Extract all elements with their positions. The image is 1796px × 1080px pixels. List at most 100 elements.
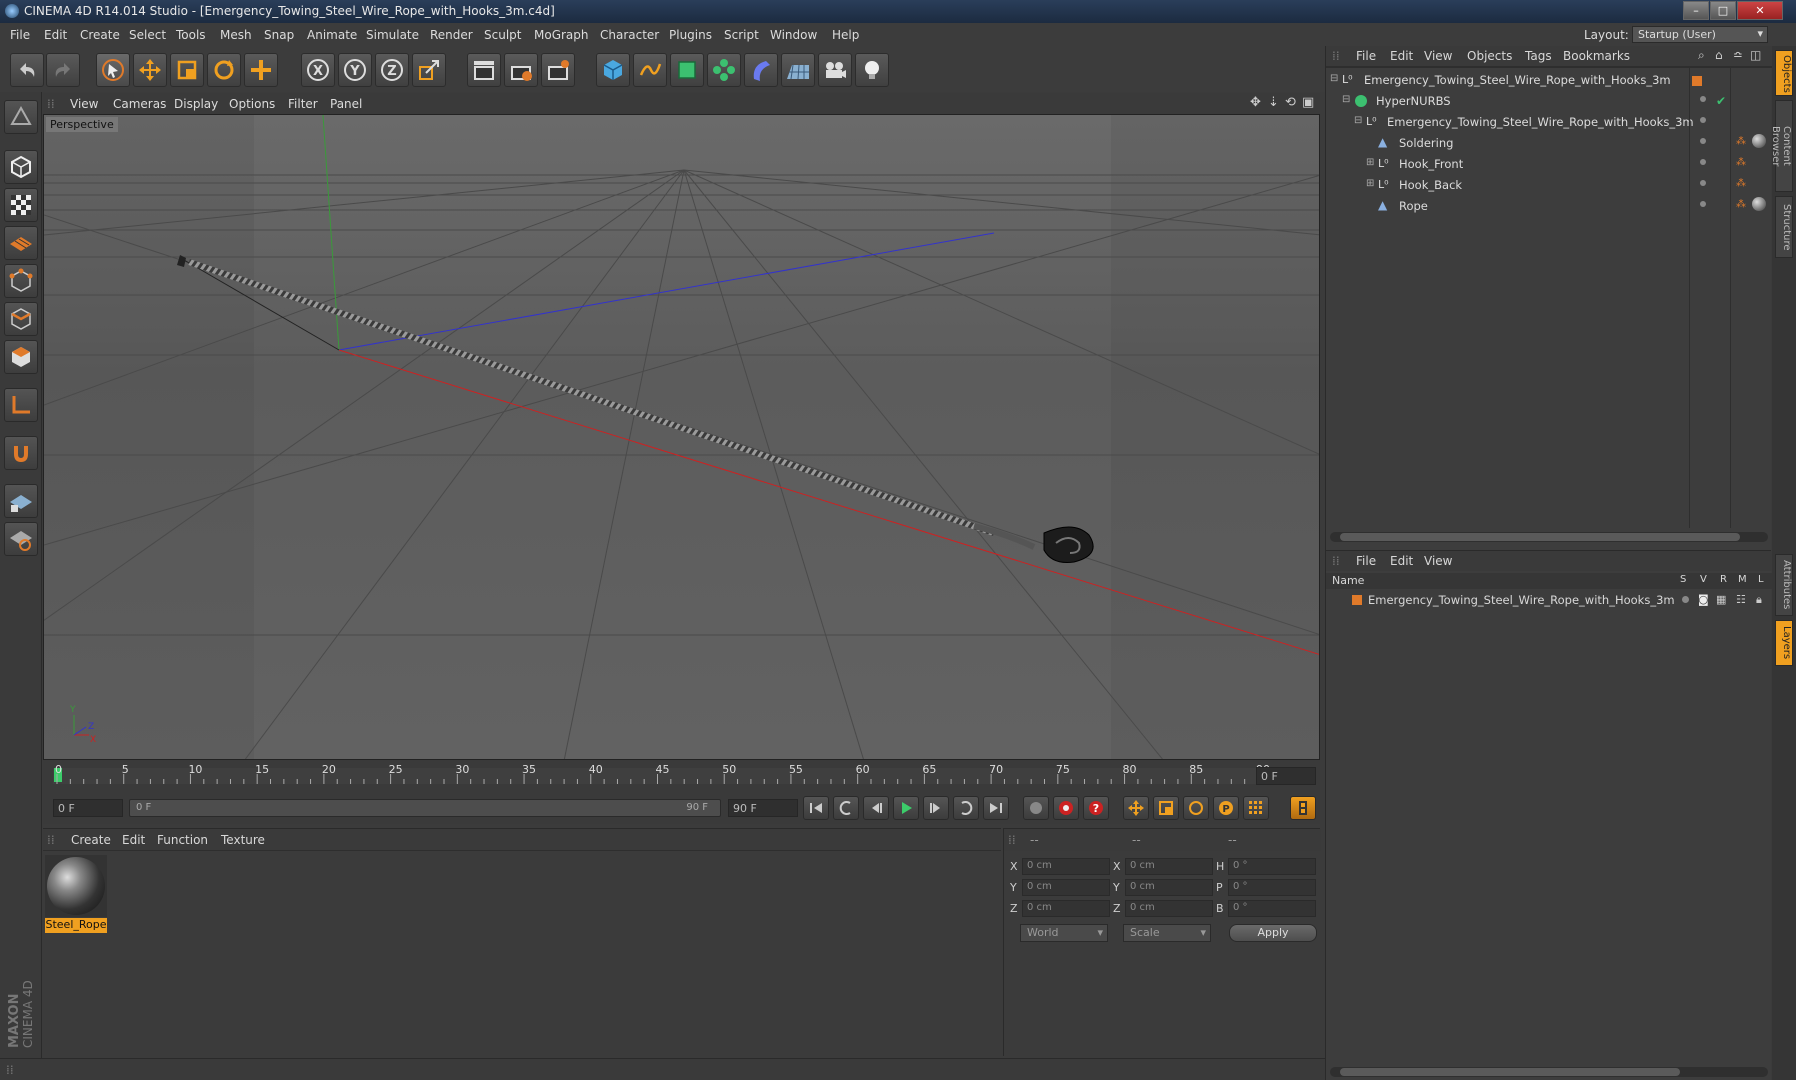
menu-simulate[interactable]: Simulate: [366, 28, 419, 42]
current-frame-field[interactable]: 0 F: [1256, 767, 1316, 785]
layers-menu-edit[interactable]: Edit: [1390, 554, 1413, 568]
viewport-maximize-icon[interactable]: ▣: [1302, 95, 1314, 110]
tree-row[interactable]: ⊟ L⁰ Emergency_Towing_Steel_Wire_Rope_wi…: [1326, 70, 1686, 91]
viewport-menu-filter[interactable]: Filter: [288, 97, 318, 111]
recent-tools-button[interactable]: [244, 53, 278, 87]
layer-row[interactable]: Emergency_Towing_Steel_Wire_Rope_with_Ho…: [1326, 591, 1772, 609]
material-menu-texture[interactable]: Texture: [221, 833, 265, 847]
coord-pos-x-field[interactable]: 0 cm: [1022, 858, 1110, 875]
collapse-icon[interactable]: ⊟: [1330, 73, 1338, 84]
axis-mode-button[interactable]: [4, 388, 38, 422]
tab-objects[interactable]: Objects: [1775, 50, 1793, 96]
record-keys-button[interactable]: [1023, 796, 1049, 820]
next-frame-button[interactable]: [923, 796, 949, 820]
scale-button[interactable]: [170, 53, 204, 87]
objects-menu-file[interactable]: File: [1356, 49, 1376, 63]
keyframe-selection-button[interactable]: ?: [1083, 796, 1109, 820]
floor-button[interactable]: [781, 53, 815, 87]
solo-toggle[interactable]: [1682, 596, 1689, 603]
prev-frame-button[interactable]: [863, 796, 889, 820]
maximize-button[interactable]: □: [1710, 1, 1736, 20]
coord-scale-dropdown[interactable]: Scale ▾: [1123, 924, 1211, 942]
rotate-button[interactable]: [207, 53, 241, 87]
tree-row[interactable]: ⊟ L⁰ Emergency_Towing_Steel_Wire_Rope_wi…: [1326, 112, 1694, 133]
frame-range-slider[interactable]: 0 F 90 F: [129, 799, 721, 817]
timeline-ruler[interactable]: 051015202530354045505560657075808590 0 F: [43, 760, 1320, 792]
material-menu-function[interactable]: Function: [157, 833, 208, 847]
phong-tag-icon[interactable]: ⁂: [1736, 178, 1746, 189]
menu-tools[interactable]: Tools: [176, 28, 206, 42]
collapse-icon[interactable]: ⊟: [1354, 115, 1362, 126]
coord-pos-z-field[interactable]: 0 cm: [1022, 900, 1110, 917]
workplane-mode-button[interactable]: [4, 226, 38, 260]
editor-visibility-dot[interactable]: [1700, 138, 1706, 144]
render-picture-viewer-button[interactable]: [504, 53, 538, 87]
key-pla-button[interactable]: [1243, 796, 1269, 820]
material-swatch-steel-rope[interactable]: Steel_Rope: [45, 855, 107, 933]
coord-pos-y-field[interactable]: 0 cm: [1022, 879, 1110, 896]
menu-mesh[interactable]: Mesh: [220, 28, 252, 42]
layer-color-swatch[interactable]: [1692, 76, 1702, 86]
objects-menu-objects[interactable]: Objects: [1467, 49, 1512, 63]
material-menu-create[interactable]: Create: [71, 833, 111, 847]
array-button[interactable]: [707, 53, 741, 87]
editor-visibility-dot[interactable]: [1700, 159, 1706, 165]
manager-icon[interactable]: ☷: [1736, 593, 1746, 606]
layout-dropdown[interactable]: Startup (User) ▾: [1632, 26, 1768, 43]
render-settings-button[interactable]: [541, 53, 575, 87]
close-button[interactable]: ✕: [1737, 1, 1783, 20]
viewport-rotate-icon[interactable]: ⟲: [1285, 95, 1296, 110]
menu-help[interactable]: Help: [832, 28, 859, 42]
coordinate-system-button[interactable]: [412, 53, 446, 87]
menu-create[interactable]: Create: [80, 28, 120, 42]
polygons-mode-button[interactable]: [4, 340, 38, 374]
viewport-zoom-icon[interactable]: ⇣: [1268, 95, 1279, 110]
locked-workplane-button[interactable]: [4, 522, 38, 556]
x-axis-lock-button[interactable]: X: [301, 53, 335, 87]
viewport-menu-view[interactable]: View: [70, 97, 98, 111]
key-position-button[interactable]: [1123, 796, 1149, 820]
live-selection-button[interactable]: [96, 53, 130, 87]
coord-rot-h-field[interactable]: 0 °: [1228, 858, 1316, 875]
object-horizontal-scrollbar[interactable]: [1330, 532, 1768, 542]
editor-visibility-dot[interactable]: [1700, 201, 1706, 207]
tab-content-browser[interactable]: Content Browser: [1770, 100, 1793, 192]
viewport-menu-options[interactable]: Options: [229, 97, 275, 111]
redo-button[interactable]: [46, 53, 80, 87]
menu-render[interactable]: Render: [430, 28, 473, 42]
tab-structure[interactable]: Structure: [1775, 196, 1793, 258]
tab-attributes[interactable]: Attributes: [1775, 554, 1793, 616]
tree-row[interactable]: ⊟ HyperNURBS: [1326, 91, 1686, 112]
y-axis-lock-button[interactable]: Y: [338, 53, 372, 87]
coord-size-y-field[interactable]: 0 cm: [1125, 879, 1213, 896]
edges-mode-button[interactable]: [4, 302, 38, 336]
timeline-scheme-button[interactable]: [1290, 796, 1316, 820]
minimize-button[interactable]: –: [1683, 1, 1709, 20]
menu-snap[interactable]: Snap: [264, 28, 294, 42]
spline-button[interactable]: [633, 53, 667, 87]
make-editable-button[interactable]: [4, 100, 38, 134]
key-parameter-button[interactable]: P: [1213, 796, 1239, 820]
tree-row[interactable]: ⊞ L⁰ Hook_Front: [1326, 154, 1686, 175]
texture-mode-button[interactable]: [4, 188, 38, 222]
render-icon[interactable]: ▦: [1716, 593, 1726, 606]
model-mode-button[interactable]: [4, 150, 38, 184]
menu-animate[interactable]: Animate: [307, 28, 357, 42]
z-axis-lock-button[interactable]: Z: [375, 53, 409, 87]
move-button[interactable]: [133, 53, 167, 87]
material-tag-icon[interactable]: [1752, 197, 1766, 211]
key-rotation-button[interactable]: [1183, 796, 1209, 820]
viewport-menu-cameras[interactable]: Cameras: [113, 97, 166, 111]
menu-sculpt[interactable]: Sculpt: [484, 28, 521, 42]
menu-window[interactable]: Window: [770, 28, 817, 42]
menu-edit[interactable]: Edit: [44, 28, 67, 42]
light-button[interactable]: [855, 53, 889, 87]
coord-rot-p-field[interactable]: 0 °: [1228, 879, 1316, 896]
tree-row[interactable]: ▲ Soldering: [1326, 133, 1686, 154]
camera-button[interactable]: [818, 53, 852, 87]
objects-menu-bookmarks[interactable]: Bookmarks: [1563, 49, 1630, 63]
phong-tag-icon[interactable]: ⁂: [1736, 157, 1746, 168]
layers-menu-file[interactable]: File: [1356, 554, 1376, 568]
nurbs-button[interactable]: [670, 53, 704, 87]
next-key-button[interactable]: [953, 796, 979, 820]
